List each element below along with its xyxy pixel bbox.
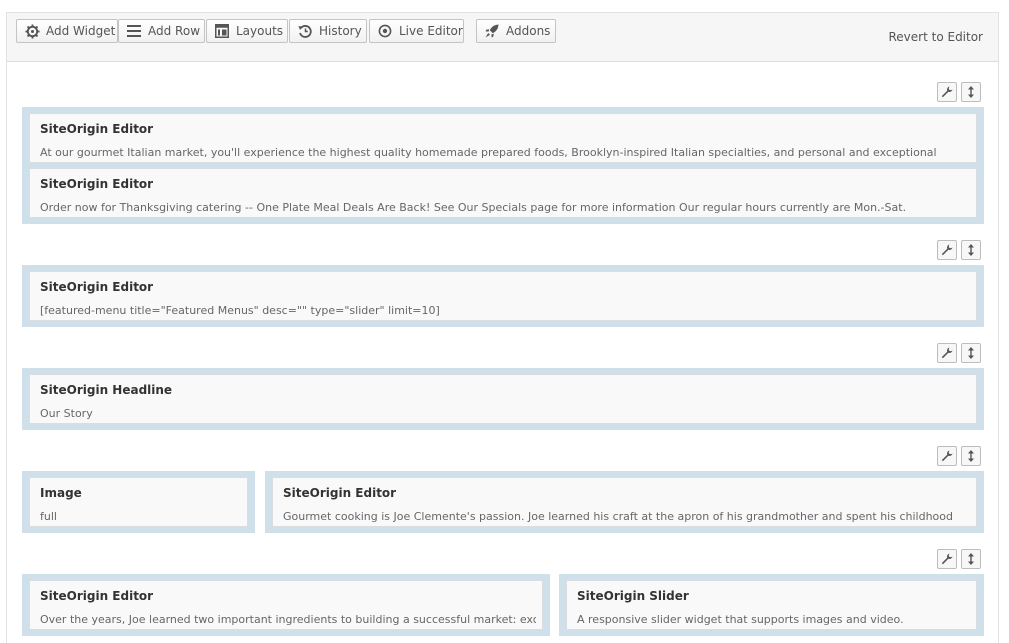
move-icon[interactable] bbox=[961, 82, 981, 102]
widget-title: SiteOrigin Headline bbox=[40, 383, 173, 397]
live-editor-button[interactable]: Live Editor bbox=[369, 19, 464, 43]
move-icon[interactable] bbox=[961, 343, 981, 363]
layouts-button[interactable]: Layouts bbox=[206, 19, 288, 43]
layouts-label: Layouts bbox=[236, 24, 284, 38]
widget-card[interactable]: SiteOrigin Headline Our Story bbox=[29, 374, 977, 424]
widget-description: full bbox=[40, 510, 57, 523]
live-editor-label: Live Editor bbox=[399, 24, 463, 38]
widget-description: Gourmet cooking is Joe Clemente's passio… bbox=[283, 510, 953, 523]
wrench-icon[interactable] bbox=[937, 446, 957, 466]
page-builder-panel: Add Widget Add Row Layouts History Live … bbox=[6, 12, 999, 643]
row-1-tools bbox=[937, 82, 983, 102]
wrench-icon[interactable] bbox=[937, 240, 957, 260]
addons-label: Addons bbox=[506, 24, 551, 38]
add-row-button[interactable]: Add Row bbox=[118, 19, 205, 43]
widget-title: Image bbox=[40, 486, 82, 500]
widget-card[interactable]: SiteOrigin Editor At our gourmet Italian… bbox=[29, 113, 977, 163]
rows-icon bbox=[126, 23, 142, 39]
row-4-tools bbox=[937, 446, 983, 466]
widget-title: SiteOrigin Slider bbox=[577, 589, 689, 603]
gear-icon bbox=[24, 23, 40, 39]
row-2-tools bbox=[937, 240, 983, 260]
add-widget-label: Add Widget bbox=[46, 24, 116, 38]
widget-title: SiteOrigin Editor bbox=[40, 589, 154, 603]
widget-description: [featured-menu title="Featured Menus" de… bbox=[40, 304, 440, 317]
widget-card[interactable]: SiteOrigin Slider A responsive slider wi… bbox=[566, 580, 977, 630]
row-5-tools bbox=[937, 549, 983, 569]
widget-card[interactable]: Image full bbox=[29, 477, 248, 527]
widget-card[interactable]: SiteOrigin Editor Over the years, Joe le… bbox=[29, 580, 543, 630]
widget-title: SiteOrigin Editor bbox=[40, 280, 154, 294]
widget-title: SiteOrigin Editor bbox=[283, 486, 397, 500]
wrench-icon[interactable] bbox=[937, 343, 957, 363]
rocket-icon bbox=[484, 23, 500, 39]
move-icon[interactable] bbox=[961, 549, 981, 569]
move-icon[interactable] bbox=[961, 446, 981, 466]
widget-description: Order now for Thanksgiving catering -- O… bbox=[40, 201, 907, 214]
add-row-label: Add Row bbox=[148, 24, 201, 38]
widget-card[interactable]: SiteOrigin Editor [featured-menu title="… bbox=[29, 271, 977, 321]
wrench-icon[interactable] bbox=[937, 549, 957, 569]
history-icon bbox=[297, 23, 313, 39]
row-5-cell-2: SiteOrigin Slider A responsive slider wi… bbox=[559, 574, 984, 636]
row-3-cell: SiteOrigin Headline Our Story bbox=[22, 368, 984, 430]
widget-card[interactable]: SiteOrigin Editor Gourmet cooking is Joe… bbox=[272, 477, 977, 527]
revert-to-editor-link[interactable]: Revert to Editor bbox=[889, 30, 984, 44]
history-label: History bbox=[319, 24, 362, 38]
row-2-cell: SiteOrigin Editor [featured-menu title="… bbox=[22, 265, 984, 327]
builder-toolbar: Add Widget Add Row Layouts History Live … bbox=[7, 13, 998, 62]
add-widget-button[interactable]: Add Widget bbox=[16, 19, 118, 43]
widget-card[interactable]: SiteOrigin Editor Order now for Thanksgi… bbox=[29, 168, 977, 218]
move-icon[interactable] bbox=[961, 240, 981, 260]
widget-description: Over the years, Joe learned two importan… bbox=[40, 613, 536, 626]
wrench-icon[interactable] bbox=[937, 82, 957, 102]
row-4-cell-2: SiteOrigin Editor Gourmet cooking is Joe… bbox=[265, 471, 984, 533]
row-3-tools bbox=[937, 343, 983, 363]
row-4-cell-1: Image full bbox=[22, 471, 255, 533]
widget-title: SiteOrigin Editor bbox=[40, 122, 154, 136]
widget-description: A responsive slider widget that supports… bbox=[577, 613, 904, 626]
widget-description: Our Story bbox=[40, 407, 93, 420]
row-1-cell: SiteOrigin Editor At our gourmet Italian… bbox=[22, 107, 984, 224]
layouts-icon bbox=[214, 23, 230, 39]
row-5-cell-1: SiteOrigin Editor Over the years, Joe le… bbox=[22, 574, 550, 636]
addons-button[interactable]: Addons bbox=[476, 19, 556, 43]
widget-description: At our gourmet Italian market, you'll ex… bbox=[40, 146, 937, 159]
widget-title: SiteOrigin Editor bbox=[40, 177, 154, 191]
history-button[interactable]: History bbox=[289, 19, 367, 43]
eye-icon bbox=[377, 23, 393, 39]
